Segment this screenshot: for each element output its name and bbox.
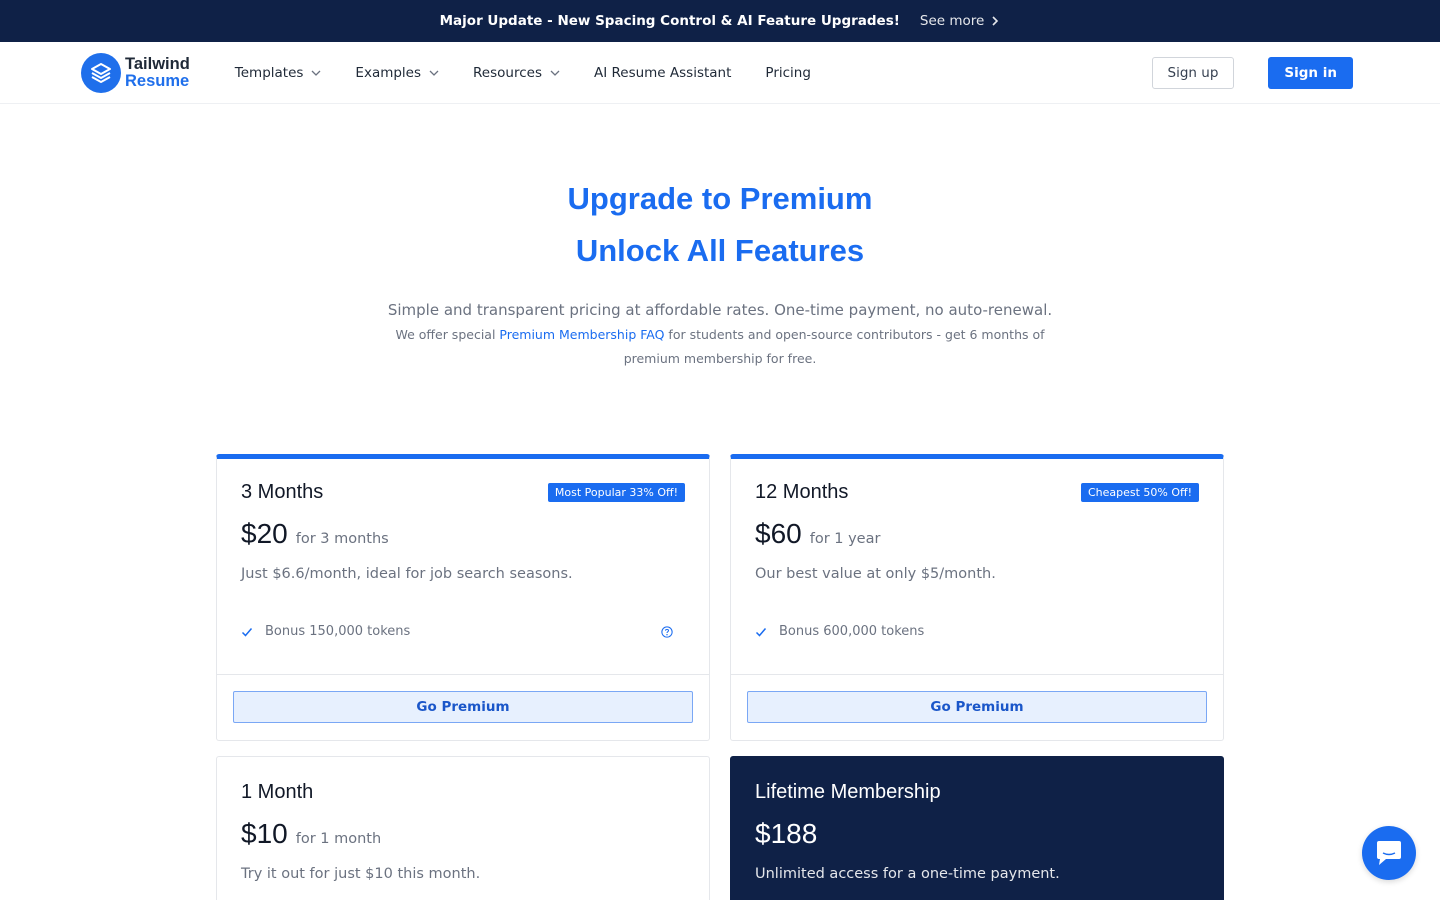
see-more-link[interactable]: See more: [920, 13, 1000, 29]
go-premium-button[interactable]: Go Premium: [747, 691, 1207, 723]
nav-menu: Templates Examples Resources AI Resume A…: [235, 65, 845, 81]
sign-in-button[interactable]: Sign in: [1268, 56, 1353, 89]
plan-feature: Bonus 150,000 tokens: [241, 624, 685, 639]
plan-price: $188: [755, 818, 818, 849]
chevron-down-icon: [311, 70, 321, 76]
plan-card-12-months: 12 Months Cheapest 50% Off! $60 for 1 ye…: [730, 454, 1224, 741]
nav-resources-label: Resources: [473, 64, 542, 81]
question-circle-icon[interactable]: [661, 625, 673, 638]
nav-templates-label: Templates: [234, 64, 304, 81]
plan-title: 3 Months: [241, 481, 324, 503]
logo-text-top: Tailwind: [125, 54, 190, 73]
plan-card-lifetime: Lifetime Membership $188 Unlimited acces…: [730, 756, 1224, 900]
nav-pricing-label: Pricing: [765, 64, 811, 81]
nav-examples[interactable]: Examples: [355, 65, 439, 81]
plan-card-1-month: 1 Month $10 for 1 month Try it out for j…: [216, 756, 710, 900]
page-subtitle: Unlock All Features: [575, 233, 865, 268]
nav-ai-resume-assistant-label: AI Resume Assistant: [593, 64, 732, 81]
chevron-down-icon: [429, 70, 439, 76]
nav-ai-resume-assistant[interactable]: AI Resume Assistant: [594, 65, 731, 81]
logo-text-bottom: Resume: [125, 71, 190, 90]
premium-faq-link[interactable]: Premium Membership FAQ: [499, 327, 664, 342]
plan-title: 12 Months: [755, 481, 849, 503]
sign-up-button[interactable]: Sign up: [1151, 56, 1235, 89]
plan-feature-label: Bonus 600,000 tokens: [779, 624, 925, 639]
pricing-note-before: We offer special: [395, 327, 500, 342]
page-title: Upgrade to Premium: [567, 181, 873, 216]
plan-description: Just $6.6/month, ideal for job search se…: [241, 566, 573, 582]
nav-resources[interactable]: Resources: [473, 65, 560, 81]
plan-period: for 1 month: [295, 831, 382, 847]
plan-description: Our best value at only $5/month.: [755, 566, 996, 582]
plan-price: $60: [755, 518, 802, 549]
plan-feature: Bonus 600,000 tokens: [755, 624, 1199, 639]
layers-logo-icon: [81, 52, 121, 93]
plan-description: Unlimited access for a one-time payment.: [755, 866, 1060, 882]
pricing-note: We offer special Premium Membership FAQ …: [380, 323, 1060, 371]
plan-feature-label: Bonus 150,000 tokens: [265, 624, 411, 639]
plan-price: $20: [241, 518, 288, 549]
pricing-description: Simple and transparent pricing at afford…: [387, 301, 1053, 319]
nav-templates[interactable]: Templates: [235, 65, 322, 81]
pricing-note-after: for students and open-source contributor…: [623, 327, 1045, 366]
chevron-down-icon: [550, 70, 560, 76]
plan-badge: Most Popular 33% Off!: [547, 483, 685, 502]
see-more-label: See more: [919, 13, 985, 29]
pricing-hero: Upgrade to Premium Unlock All Features S…: [0, 173, 1440, 371]
logo[interactable]: Tailwind Resume: [81, 52, 190, 93]
plan-card-3-months: 3 Months Most Popular 33% Off! $20 for 3…: [216, 454, 710, 741]
plan-badge: Cheapest 50% Off!: [1080, 483, 1199, 502]
check-icon: [241, 627, 253, 637]
plan-period: for 1 year: [809, 531, 881, 547]
plan-period: for 3 months: [295, 531, 389, 547]
chat-widget-button[interactable]: [1362, 826, 1416, 880]
plan-title: Lifetime Membership: [755, 781, 941, 803]
check-icon: [755, 627, 767, 637]
chevron-right-icon: [992, 16, 999, 26]
nav-pricing[interactable]: Pricing: [765, 65, 811, 81]
nav-examples-label: Examples: [355, 64, 422, 81]
plan-title: 1 Month: [241, 781, 314, 803]
chat-icon: [1377, 841, 1401, 865]
plan-description: Try it out for just $10 this month.: [241, 866, 481, 882]
main-nav: Tailwind Resume Templates Examples Resou…: [0, 42, 1440, 104]
announcement-banner: Major Update - New Spacing Control & AI …: [0, 0, 1440, 42]
plan-price: $10: [241, 818, 288, 849]
go-premium-button[interactable]: Go Premium: [233, 691, 693, 723]
banner-text: Major Update - New Spacing Control & AI …: [439, 13, 900, 29]
